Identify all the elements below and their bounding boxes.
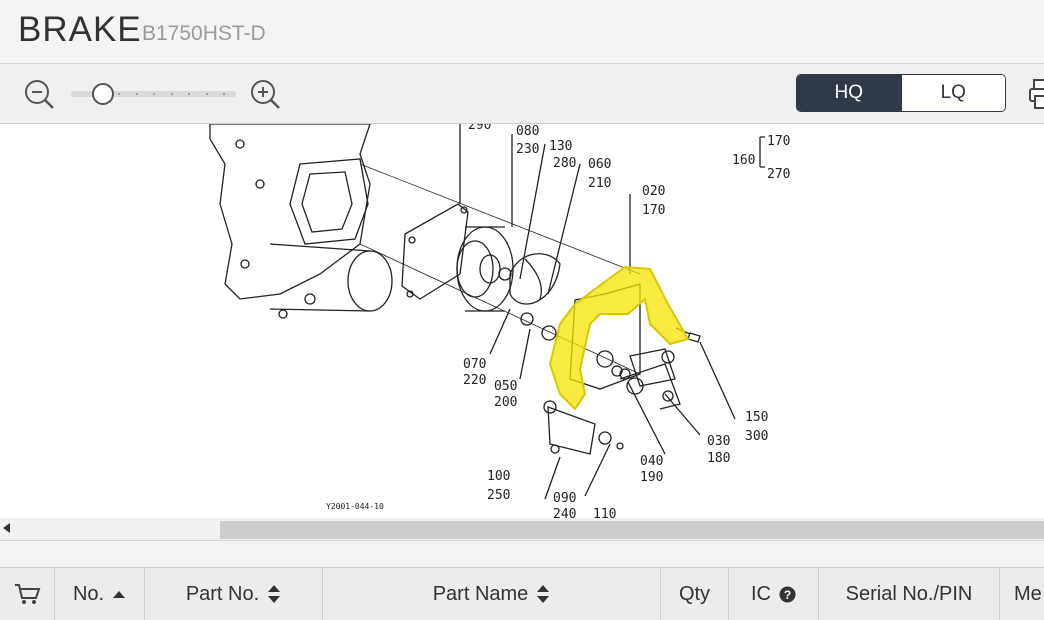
- slider-tick: [188, 93, 190, 95]
- callout-label[interactable]: 130: [549, 139, 572, 154]
- callout-label[interactable]: 060: [588, 157, 611, 172]
- page-header: BRAKE B1750HST-D: [0, 0, 1044, 64]
- callout-label[interactable]: 230: [516, 142, 539, 157]
- callout-label[interactable]: 070: [463, 357, 486, 372]
- slider-tick: [171, 93, 173, 95]
- callout-label[interactable]: 040: [640, 454, 663, 469]
- callout-label[interactable]: 080: [516, 124, 539, 139]
- zoom-slider-thumb[interactable]: [92, 83, 115, 105]
- slider-tick: [118, 93, 120, 95]
- callout-label[interactable]: 180: [707, 451, 730, 466]
- column-header-no[interactable]: No.: [55, 568, 145, 620]
- callout-label[interactable]: 090: [553, 491, 576, 506]
- callout-label[interactable]: 150: [745, 410, 768, 425]
- hq-button[interactable]: HQ: [797, 75, 901, 111]
- zoom-in-icon[interactable]: [248, 77, 282, 111]
- column-header-label: Serial No./PIN: [845, 582, 973, 605]
- scrollbar-thumb[interactable]: [220, 521, 1044, 539]
- help-icon[interactable]: ?: [779, 586, 796, 603]
- page-title: BRAKE: [18, 10, 142, 49]
- callout-label[interactable]: 050: [494, 379, 517, 394]
- cart-icon[interactable]: [13, 582, 41, 606]
- svg-text:?: ?: [784, 588, 791, 602]
- callout-label[interactable]: 170: [642, 203, 665, 218]
- horizontal-scrollbar[interactable]: [0, 518, 1044, 540]
- sort-icon[interactable]: [267, 584, 281, 604]
- cart-column-header[interactable]: [0, 568, 55, 620]
- slider-tick: [153, 93, 155, 95]
- figure-id: Y2001-044-10: [326, 502, 384, 511]
- quality-toggle: HQ LQ: [796, 74, 1006, 112]
- column-header-label: Qty: [678, 582, 711, 605]
- callout-label[interactable]: 200: [494, 395, 517, 410]
- parts-diagram-viewer[interactable]: 290 080 230 130 280 060 210 020 170 160 …: [0, 124, 1044, 518]
- scroll-left-icon[interactable]: [3, 523, 10, 533]
- slider-tick: [206, 93, 208, 95]
- model-number: B1750HST-D: [142, 22, 266, 45]
- column-header-part-no[interactable]: Part No.: [145, 568, 323, 620]
- lq-button[interactable]: LQ: [900, 75, 1005, 111]
- column-header-label: IC: [751, 582, 771, 605]
- column-header-part-name[interactable]: Part Name: [323, 568, 661, 620]
- diagram-toolbar: HQ LQ: [0, 64, 1044, 124]
- callout-label[interactable]: 270: [767, 167, 790, 182]
- callout-label[interactable]: 190: [640, 470, 663, 485]
- column-header-qty[interactable]: Qty: [661, 568, 729, 620]
- callout-label[interactable]: 290: [468, 124, 491, 133]
- table-spacer: [0, 540, 1044, 568]
- column-header-label: Part No.: [185, 582, 260, 605]
- column-header-label: No.: [72, 582, 105, 605]
- callout-label[interactable]: 100: [487, 469, 510, 484]
- sort-ascending-icon[interactable]: [112, 589, 126, 599]
- slider-tick: [223, 93, 225, 95]
- column-header-label: Me: [1014, 582, 1042, 605]
- callout-label[interactable]: 240: [553, 507, 576, 518]
- highlighted-part[interactable]: [548, 265, 690, 411]
- column-header-label: Part Name: [432, 582, 529, 605]
- zoom-out-icon[interactable]: [22, 77, 56, 111]
- callout-label[interactable]: 210: [588, 176, 611, 191]
- column-header-serial[interactable]: Serial No./PIN: [819, 568, 1000, 620]
- parts-table-header: No. Part No. Part Name Qty IC ? Serial N…: [0, 567, 1044, 620]
- callout-label[interactable]: 030: [707, 434, 730, 449]
- exploded-parts-diagram: 290 080 230 130 280 060 210 020 170 160 …: [209, 124, 790, 518]
- print-icon[interactable]: [1028, 78, 1044, 110]
- callout-label[interactable]: 250: [487, 488, 510, 503]
- callout-label[interactable]: 280: [553, 156, 576, 171]
- callout-label[interactable]: 020: [642, 184, 665, 199]
- callout-label[interactable]: 220: [463, 373, 486, 388]
- zoom-slider[interactable]: [71, 83, 236, 105]
- callout-label[interactable]: 160: [732, 153, 755, 168]
- column-header-ic[interactable]: IC ?: [729, 568, 819, 620]
- callout-label[interactable]: 170: [767, 134, 790, 149]
- column-header-more[interactable]: Me: [1000, 568, 1044, 620]
- slider-tick: [136, 93, 138, 95]
- callout-label[interactable]: 300: [745, 429, 768, 444]
- sort-icon[interactable]: [536, 584, 550, 604]
- callout-label[interactable]: 110: [593, 507, 616, 518]
